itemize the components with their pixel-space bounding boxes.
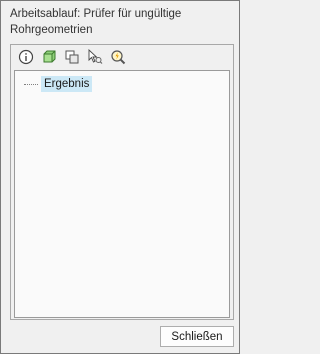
select-feature-icon[interactable]: [86, 48, 104, 66]
toolbar: [11, 45, 233, 69]
tree-item-ergebnis[interactable]: Ergebnis: [24, 76, 93, 92]
results-panel: Ergebnis: [10, 44, 234, 320]
tree-connector: [24, 83, 38, 85]
info-icon[interactable]: [17, 48, 35, 66]
copy-boxes-icon[interactable]: [63, 48, 81, 66]
zoom-to-icon[interactable]: [109, 48, 127, 66]
green-box-icon[interactable]: [40, 48, 58, 66]
dialog-window: Arbeitsablauf: Prüfer für ungültige Rohr…: [0, 0, 240, 354]
dialog-title: Arbeitsablauf: Prüfer für ungültige Rohr…: [10, 8, 182, 36]
results-tree[interactable]: Ergebnis: [14, 70, 230, 318]
tree-item-label: Ergebnis: [41, 76, 93, 92]
close-button[interactable]: Schließen: [160, 326, 234, 347]
